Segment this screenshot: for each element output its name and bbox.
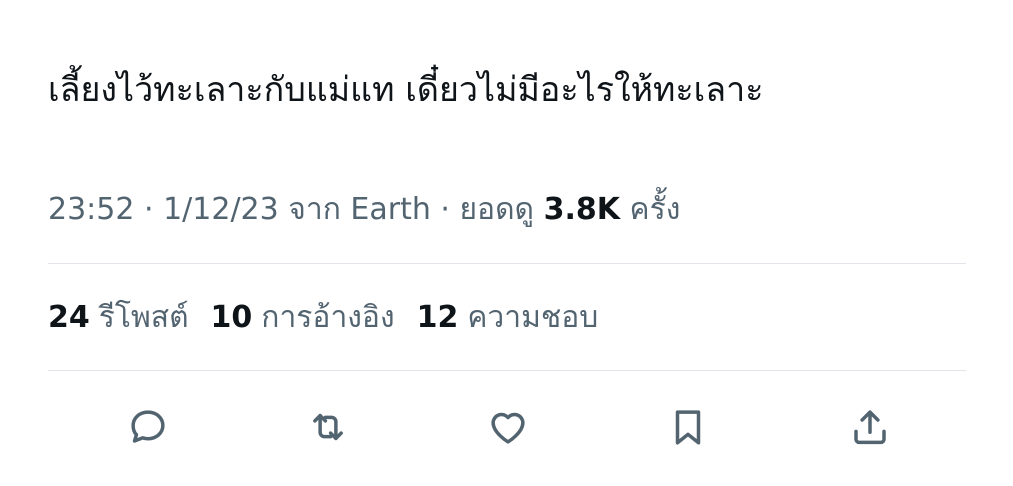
action-bar [48, 397, 966, 457]
retweet-icon [313, 413, 343, 441]
stat-quotes[interactable]: 10 การอ้างอิง [211, 296, 395, 340]
retweet-button[interactable] [304, 403, 352, 451]
reply-icon [131, 410, 165, 443]
meta-separator: · [134, 192, 164, 227]
repost-label: รีโพสต์ [98, 300, 189, 335]
views-suffix: ครั้ง [619, 192, 681, 227]
heart-icon [491, 412, 525, 444]
share-button[interactable] [846, 403, 894, 451]
stat-reposts[interactable]: 24 รีโพสต์ [48, 296, 189, 340]
like-label: ความชอบ [467, 300, 599, 335]
views-label: ยอดดู [459, 192, 544, 227]
share-icon [854, 410, 886, 445]
like-button[interactable] [484, 403, 532, 451]
tweet-source: Earth [350, 192, 431, 227]
tweet-meta: 23:52 · 1/12/23 จาก Earth · ยอดดู 3.8K ค… [48, 188, 680, 232]
reply-button[interactable] [124, 403, 172, 451]
bookmark-icon [675, 410, 701, 445]
quote-label: การอ้างอิง [261, 300, 395, 335]
source-prefix: จาก [278, 192, 351, 227]
quote-count: 10 [210, 300, 253, 335]
tweet-text: เลี้ยงไว้ทะเลาะกับแม่แท เดี๋ยวไม่มีอะไรใ… [48, 70, 764, 110]
views-count: 3.8K [543, 192, 620, 227]
bookmark-button[interactable] [664, 403, 712, 451]
tweet-stats: 24 รีโพสต์ 10 การอ้างอิง 12 ความชอบ [48, 296, 598, 340]
meta-separator: · [430, 192, 460, 227]
tweet-time[interactable]: 23:52 [48, 192, 134, 227]
divider [48, 370, 966, 371]
tweet-date[interactable]: 1/12/23 [163, 192, 279, 227]
stat-likes[interactable]: 12 ความชอบ [417, 296, 599, 340]
like-count: 12 [416, 300, 459, 335]
repost-count: 24 [48, 300, 90, 335]
tweet-detail: เลี้ยงไว้ทะเลาะกับแม่แท เดี๋ยวไม่มีอะไรใ… [48, 0, 966, 486]
divider [48, 263, 966, 264]
